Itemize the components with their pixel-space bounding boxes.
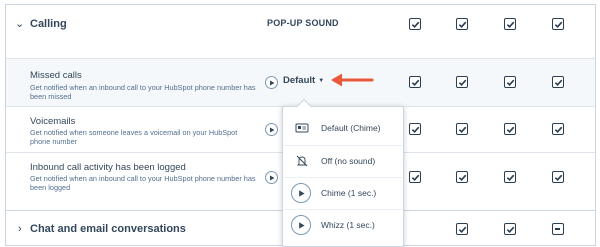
default-sound-icon bbox=[295, 123, 309, 133]
caret-down-icon: ▼ bbox=[318, 78, 325, 84]
row-description: Get notified when an inbound call to you… bbox=[30, 83, 256, 101]
checkbox[interactable] bbox=[552, 76, 564, 88]
row-description: Get notified when an inbound call to you… bbox=[30, 174, 256, 192]
menu-item-chime[interactable]: Chime (1 sec.) bbox=[283, 177, 403, 207]
checkbox[interactable] bbox=[552, 123, 564, 135]
menu-item-label: Off (no sound) bbox=[321, 156, 376, 166]
checkbox[interactable] bbox=[409, 171, 421, 183]
checkbox[interactable] bbox=[504, 123, 516, 135]
menu-item-default-chime[interactable]: Default (Chime) bbox=[283, 113, 403, 143]
chevron-down-icon[interactable]: ⌄ bbox=[15, 17, 24, 30]
menu-item-label: Chime (1 sec.) bbox=[321, 188, 377, 198]
checkbox[interactable] bbox=[456, 171, 468, 183]
checkbox[interactable] bbox=[456, 123, 468, 135]
header-checkbox[interactable] bbox=[504, 18, 516, 30]
header-checkbox[interactable] bbox=[552, 18, 564, 30]
indeterminate-checkbox[interactable] bbox=[552, 223, 564, 235]
header-checkbox[interactable] bbox=[409, 18, 421, 30]
header-checkbox[interactable] bbox=[456, 18, 468, 30]
play-sound-button[interactable] bbox=[265, 76, 278, 89]
column-header-popup-sound: POP-UP SOUND bbox=[267, 18, 339, 28]
row-description: Get notified when someone leaves a voice… bbox=[30, 128, 238, 146]
callout-arrow-icon bbox=[331, 73, 374, 87]
checkbox[interactable] bbox=[504, 171, 516, 183]
menu-item-off[interactable]: Off (no sound) bbox=[283, 145, 403, 175]
checkbox[interactable] bbox=[409, 123, 421, 135]
checkbox[interactable] bbox=[456, 76, 468, 88]
row-title: Inbound call activity has been logged bbox=[30, 162, 186, 173]
menu-item-label: Whizz (1 sec.) bbox=[321, 220, 375, 230]
row-title: Voicemails bbox=[30, 116, 76, 127]
checkbox[interactable] bbox=[504, 223, 516, 235]
chevron-right-icon[interactable]: › bbox=[18, 223, 22, 235]
checkbox[interactable] bbox=[552, 171, 564, 183]
play-sound-button[interactable] bbox=[265, 123, 278, 136]
row-title: Missed calls bbox=[30, 70, 82, 81]
play-sound-button[interactable] bbox=[265, 171, 278, 184]
checkbox[interactable] bbox=[504, 76, 516, 88]
play-icon[interactable] bbox=[291, 183, 311, 203]
sound-select-dropdown[interactable]: Default ▼ bbox=[283, 75, 324, 86]
checkbox[interactable] bbox=[456, 223, 468, 235]
section-title-chat-email: Chat and email conversations bbox=[30, 223, 186, 235]
section-title-calling: Calling bbox=[30, 18, 67, 30]
sound-off-icon bbox=[296, 155, 308, 167]
play-icon[interactable] bbox=[291, 215, 311, 235]
checkbox[interactable] bbox=[409, 76, 421, 88]
sound-select-value: Default bbox=[283, 75, 316, 86]
menu-item-label: Default (Chime) bbox=[321, 123, 381, 133]
menu-item-whizz[interactable]: Whizz (1 sec.) bbox=[283, 209, 403, 239]
sound-options-menu: Default (Chime) Off (no sound) Chime (1 … bbox=[282, 98, 404, 247]
